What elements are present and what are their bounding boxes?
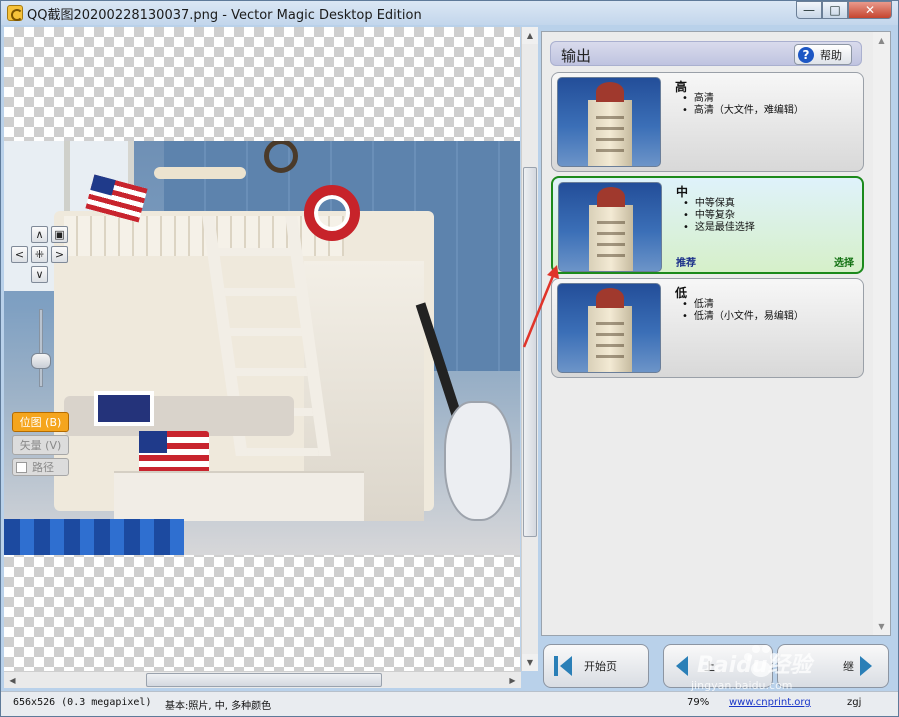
help-label: 帮助 xyxy=(820,48,842,62)
app-window: QQ截图20200228130037.png - Vector Magic De… xyxy=(0,0,899,717)
bullet-item: 低清（小文件，易编辑） xyxy=(682,311,804,323)
status-bar: 656x526 (0.3 megapixel) 基本:照片, 中, 多种颜色 7… xyxy=(1,691,898,716)
previous-arrow-icon xyxy=(676,656,688,676)
user-name: zgj xyxy=(847,697,862,708)
bitmap-mode-button[interactable]: 位图 (B) xyxy=(12,412,69,432)
output-title: 输出 xyxy=(561,47,592,65)
tower-image xyxy=(588,82,632,166)
zoom-slider-track[interactable] xyxy=(39,309,43,387)
preview-thumbnail-medium xyxy=(558,182,662,272)
maximize-button[interactable]: □ xyxy=(822,1,848,19)
selected-label: 选择 xyxy=(834,258,854,269)
start-arrow-icon xyxy=(560,656,572,676)
bitmap-canvas[interactable] xyxy=(4,27,520,671)
tower-image xyxy=(588,288,632,372)
path-checkbox[interactable] xyxy=(16,461,27,473)
window-title: QQ截图20200228130037.png - Vector Magic De… xyxy=(27,8,422,23)
next-label: 继 xyxy=(843,660,854,673)
option-bullets: 低清 低清（小文件，易编辑） xyxy=(682,299,804,323)
photo-guitar xyxy=(444,401,512,521)
recommended-label: 推荐 xyxy=(676,258,696,269)
scroll-up-icon[interactable]: ▲ xyxy=(522,27,538,44)
option-bullets: 高清 高清（大文件，难编辑） xyxy=(682,93,804,117)
bullet-item: 高清（大文件，难编辑） xyxy=(682,105,804,117)
source-image xyxy=(4,141,520,555)
zoom-level: 79% xyxy=(687,697,710,708)
scroll-down-icon[interactable]: ▼ xyxy=(522,654,538,671)
close-button[interactable]: ✕ xyxy=(848,1,892,19)
zoom-fit-button[interactable]: ▣ xyxy=(51,226,68,243)
scroll-down-icon[interactable]: ▼ xyxy=(873,618,890,635)
path-label: 路径 xyxy=(32,461,54,474)
path-toggle[interactable]: 路径 xyxy=(12,458,69,476)
photo-rug xyxy=(4,519,184,555)
pan-up-button[interactable]: ∧ xyxy=(31,226,48,243)
help-icon: ? xyxy=(798,46,814,63)
scroll-up-icon[interactable]: ▲ xyxy=(873,32,890,49)
bullet-item: 这是最佳选择 xyxy=(683,222,755,234)
pan-right-button[interactable]: > xyxy=(51,246,68,263)
vector-mode-button[interactable]: 矢量 (V) xyxy=(12,435,69,455)
zoom-slider-handle[interactable] xyxy=(31,353,51,369)
quality-option-low[interactable]: 低 低清 低清（小文件，易编辑） xyxy=(551,278,864,378)
photo-drawers xyxy=(114,471,364,521)
help-button[interactable]: ? 帮助 xyxy=(794,44,852,65)
minimize-button[interactable]: — xyxy=(796,1,822,19)
option-bullets: 中等保真 中等复杂 这是最佳选择 xyxy=(683,198,755,234)
quality-option-medium[interactable]: 中 中等保真 中等复杂 这是最佳选择 推荐 选择 xyxy=(551,176,864,274)
previous-button[interactable]: 上 xyxy=(663,644,773,688)
image-info: 基本:照片, 中, 多种颜色 xyxy=(165,701,272,712)
start-icon-bar xyxy=(554,656,558,676)
preview-thumbnail-low xyxy=(557,283,661,373)
preview-thumbnail-high xyxy=(557,77,661,167)
bullet-item: 高清 xyxy=(682,93,804,105)
canvas-horizontal-scrollbar[interactable]: ◀ ▶ xyxy=(4,671,521,688)
navigation-bar: 开始页 上 继 xyxy=(541,641,891,689)
canvas-vertical-scrollbar[interactable]: ▲ ▼ xyxy=(521,27,538,671)
bullet-item: 中等保真 xyxy=(683,198,755,210)
photo-flag-pillow xyxy=(139,431,209,475)
start-page-label: 开始页 xyxy=(584,660,617,673)
window-controls: — □ ✕ xyxy=(796,1,892,19)
pan-down-button[interactable]: ∨ xyxy=(31,266,48,283)
pan-left-button[interactable]: < xyxy=(11,246,28,263)
image-dimensions: 656x526 (0.3 megapixel) xyxy=(13,697,152,708)
previous-label: 上 xyxy=(704,660,715,673)
photo-life-ring xyxy=(304,185,360,241)
output-scrollbar[interactable]: ▲ ▼ xyxy=(873,32,890,635)
title-bar[interactable]: QQ截图20200228130037.png - Vector Magic De… xyxy=(1,1,898,25)
app-logo-icon xyxy=(7,5,23,21)
scroll-left-icon[interactable]: ◀ xyxy=(4,672,21,688)
output-panel: 输出 ? 帮助 高 高清 高清（大文件，难编辑） 中 中等保真 中等复杂 这是最… xyxy=(541,31,891,636)
pan-center-button[interactable]: ⁜ xyxy=(31,246,48,263)
photo-uk-pillow xyxy=(94,391,154,426)
horizontal-scroll-thumb[interactable] xyxy=(146,673,382,687)
scroll-right-icon[interactable]: ▶ xyxy=(504,672,521,688)
bullet-item: 中等复杂 xyxy=(683,210,755,222)
photo-oar xyxy=(154,167,246,179)
website-link[interactable]: www.cnprint.org xyxy=(729,697,811,708)
tower-image xyxy=(589,187,633,271)
start-page-button[interactable]: 开始页 xyxy=(543,644,649,688)
vertical-scroll-thumb[interactable] xyxy=(523,167,537,537)
bullet-item: 低清 xyxy=(682,299,804,311)
quality-option-high[interactable]: 高 高清 高清（大文件，难编辑） xyxy=(551,72,864,172)
next-button[interactable]: 继 xyxy=(777,644,889,688)
next-arrow-icon xyxy=(860,656,872,676)
